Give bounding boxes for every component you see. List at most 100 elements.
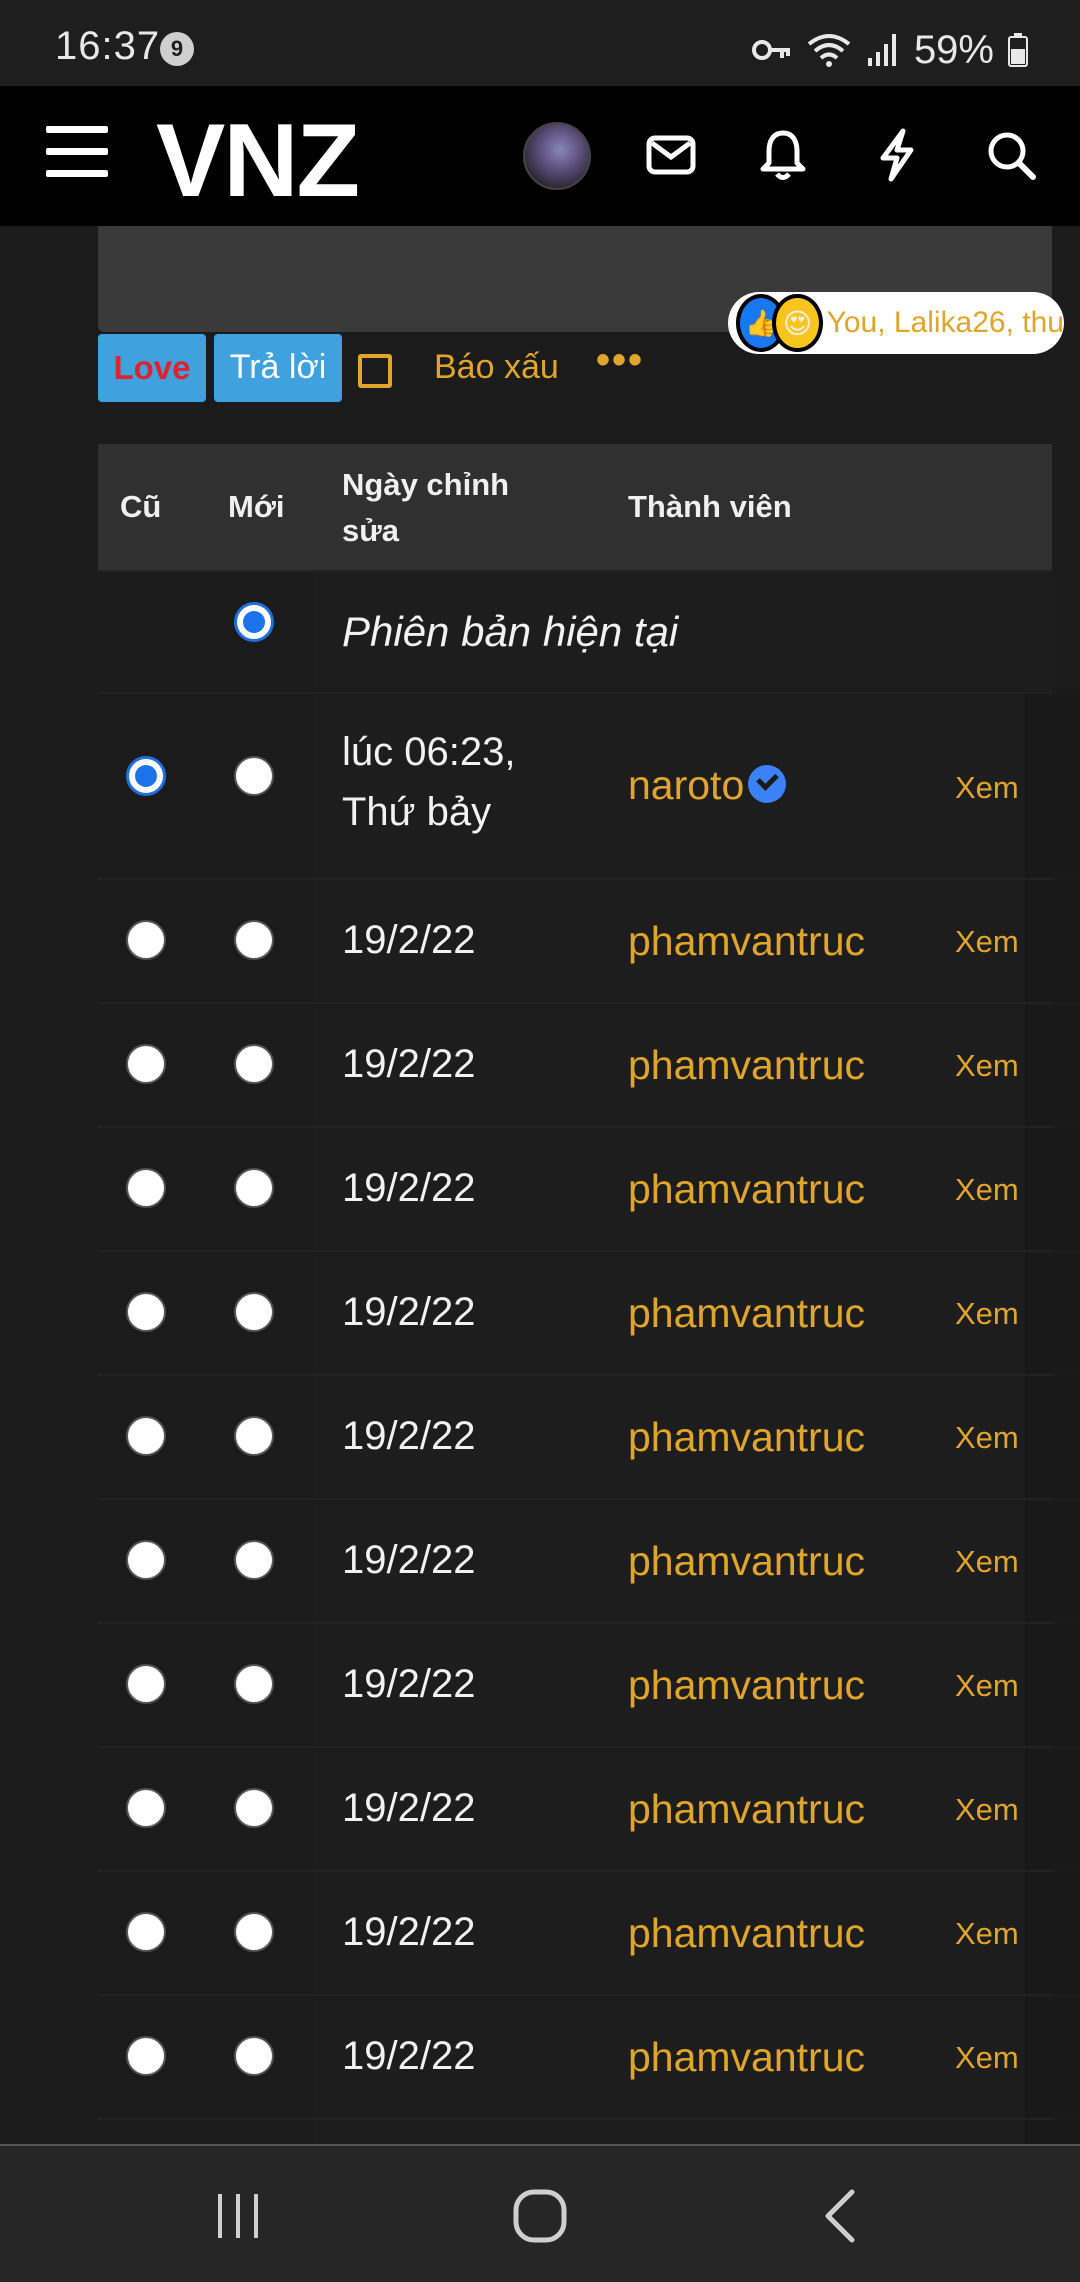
view-link[interactable]: Xem — [955, 1172, 1019, 1208]
member-name[interactable]: phamvantruc — [628, 1538, 865, 1585]
radio-new[interactable] — [234, 1292, 274, 1332]
member-name[interactable]: phamvantruc — [628, 1414, 865, 1461]
revision-date-line2: Thứ bảy — [342, 790, 492, 834]
member-name[interactable]: phamvantruc — [628, 1910, 865, 1957]
more-options-button[interactable]: ••• — [596, 338, 644, 383]
table-row: 19/2/22 phamvantruc Xem — [98, 1500, 1080, 1624]
home-icon[interactable] — [500, 2186, 580, 2246]
menu-icon[interactable] — [46, 126, 108, 182]
view-link[interactable]: Xem — [955, 770, 1019, 806]
reply-button[interactable]: Trả lời — [214, 334, 342, 402]
reactions-text[interactable]: You, Lalika26, thu — [827, 306, 1064, 340]
battery-icon — [1008, 33, 1028, 67]
table-row: 19/2/22phamvantrucXem — [98, 2120, 1080, 2144]
radio-old[interactable] — [126, 1912, 166, 1952]
radio-new[interactable] — [234, 756, 274, 796]
member-name[interactable]: naroto — [628, 762, 744, 808]
status-bar: 16:37 9 59% — [0, 0, 1080, 86]
recent-apps-icon[interactable] — [198, 2186, 278, 2246]
status-time: 16:37 — [55, 24, 161, 68]
view-link[interactable]: Xem — [955, 1916, 1019, 1952]
revision-date: 19/2/22 — [342, 1538, 476, 1582]
search-icon[interactable] — [976, 120, 1046, 190]
radio-old[interactable] — [126, 1168, 166, 1208]
radio-old[interactable] — [126, 1416, 166, 1456]
revision-date: 19/2/22 — [342, 1166, 476, 1210]
mail-icon[interactable] — [636, 120, 706, 190]
love-button[interactable]: Love — [98, 334, 206, 402]
view-link[interactable]: Xem — [955, 2040, 1019, 2076]
member-link[interactable]: naroto — [628, 762, 787, 809]
radio-old[interactable] — [126, 1044, 166, 1084]
lightning-icon[interactable] — [862, 120, 932, 190]
app-header: VNZ — [0, 86, 1080, 226]
table-row: 19/2/22 phamvantruc Xem — [98, 1996, 1080, 2120]
radio-old[interactable] — [126, 756, 166, 796]
table-row: 19/2/22 phamvantruc Xem — [98, 1376, 1080, 1500]
revision-rows: 19/2/22 phamvantruc Xem 19/2/22 phamvantruc X… — [98, 880, 1080, 2144]
table-row: 19/2/22 phamvantruc Xem — [98, 1128, 1080, 1252]
wifi-icon — [807, 34, 851, 67]
view-link[interactable]: Xem — [955, 1792, 1019, 1828]
radio-old[interactable] — [126, 2036, 166, 2076]
radio-old[interactable] — [126, 1788, 166, 1828]
view-link[interactable]: Xem — [955, 1668, 1019, 1704]
site-logo[interactable]: VNZ — [156, 102, 360, 221]
member-name[interactable]: phamvantruc — [628, 1166, 865, 1213]
bell-icon[interactable] — [748, 120, 818, 190]
radio-old[interactable] — [126, 1292, 166, 1332]
column-header-date-line1: Ngày chỉnh — [342, 467, 510, 502]
view-link[interactable]: Xem — [955, 1420, 1019, 1456]
radio-new[interactable] — [234, 920, 274, 960]
column-header-new: Mới — [228, 489, 285, 524]
column-header-old: Cũ — [120, 489, 162, 524]
member-name[interactable]: phamvantruc — [628, 1290, 865, 1337]
member-name[interactable]: phamvantruc — [628, 918, 865, 965]
revision-date: 19/2/22 — [342, 1786, 476, 1830]
radio-new-current[interactable] — [234, 602, 274, 642]
member-name[interactable]: phamvantruc — [628, 1042, 865, 1089]
avatar[interactable] — [523, 122, 591, 190]
table-row: 19/2/22 phamvantruc Xem — [98, 1748, 1080, 1872]
revision-date: 19/2/22 — [342, 2034, 476, 2078]
radio-new[interactable] — [234, 1912, 274, 1952]
radio-new[interactable] — [234, 1416, 274, 1456]
revision-date: 19/2/22 — [342, 1910, 476, 1954]
radio-new[interactable] — [234, 1788, 274, 1828]
revision-date: 19/2/22 — [342, 918, 476, 962]
member-name[interactable]: phamvantruc — [628, 1786, 865, 1833]
view-link[interactable]: Xem — [955, 1544, 1019, 1580]
view-link[interactable]: Xem — [955, 1048, 1019, 1084]
back-icon[interactable] — [800, 2186, 880, 2246]
column-header-date-line2: sửa — [342, 513, 399, 548]
radio-new[interactable] — [234, 1664, 274, 1704]
radio-old[interactable] — [126, 920, 166, 960]
reactions-bar[interactable]: 👍 😍 You, Lalika26, thu — [728, 292, 1064, 354]
member-name[interactable]: phamvantruc — [628, 2034, 865, 2081]
radio-new[interactable] — [234, 1168, 274, 1208]
main-content: 👍 😍 You, Lalika26, thu Love Trả lời Báo … — [0, 226, 1080, 2144]
report-link[interactable]: Báo xấu — [434, 348, 559, 387]
radio-old[interactable] — [126, 1540, 166, 1580]
revision-date: 19/2/22 — [342, 1414, 476, 1458]
radio-new[interactable] — [234, 1044, 274, 1084]
radio-new[interactable] — [234, 2036, 274, 2076]
table-row: 19/2/22 phamvantruc Xem — [98, 1872, 1080, 1996]
revision-date: 19/2/22 — [342, 1290, 476, 1334]
love-eyes-reaction-icon: 😍 — [772, 294, 823, 352]
signal-icon — [867, 34, 896, 66]
select-checkbox[interactable] — [358, 354, 392, 388]
revision-date: 19/2/22 — [342, 1662, 476, 1706]
revision-date: 19/2/22 — [342, 1042, 476, 1086]
view-link[interactable]: Xem — [955, 1296, 1019, 1332]
radio-old[interactable] — [126, 1664, 166, 1704]
view-link[interactable]: Xem — [955, 924, 1019, 960]
notification-badge: 9 — [160, 32, 194, 66]
radio-new[interactable] — [234, 1540, 274, 1580]
key-icon — [751, 40, 790, 60]
table-row: 19/2/22 phamvantruc Xem — [98, 1624, 1080, 1748]
battery-percent: 59% — [913, 27, 994, 72]
member-name[interactable]: phamvantruc — [628, 1662, 865, 1709]
table-row: 19/2/22 phamvantruc Xem — [98, 1004, 1080, 1128]
revision-history-table: Cũ Mới Ngày chỉnh sửa Thành viên Phiên b… — [98, 444, 1080, 2144]
